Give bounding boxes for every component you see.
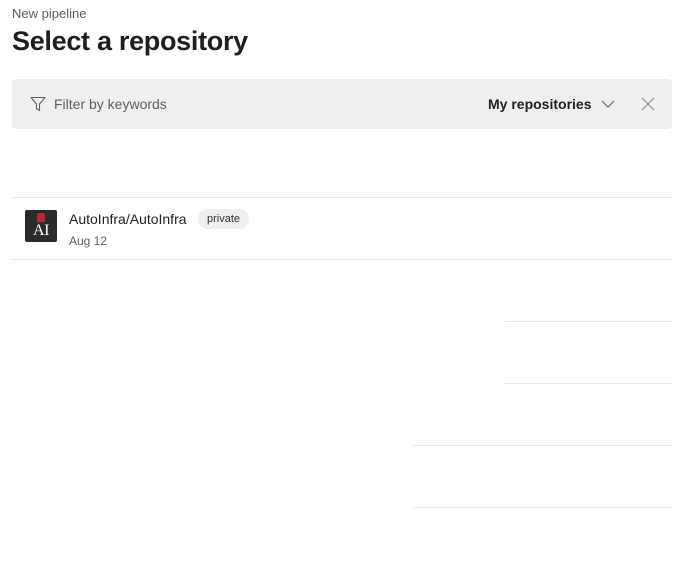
visibility-badge: private [198,209,250,229]
placeholder-divider [413,445,672,446]
repository-scope-dropdown[interactable]: My repositories [488,94,615,114]
breadcrumb[interactable]: New pipeline [12,6,86,21]
placeholder-divider [413,507,672,508]
repository-scope-label: My repositories [488,96,592,112]
list-divider [12,259,672,260]
repository-avatar: AI [25,210,57,242]
placeholder-divider [505,383,672,384]
placeholder-divider [505,321,672,322]
logo-mark [37,213,45,222]
repository-name[interactable]: AutoInfra/AutoInfra [69,211,187,227]
chevron-down-icon [602,100,615,108]
close-icon[interactable] [641,97,655,111]
repository-row[interactable]: AI AutoInfra/AutoInfra private Aug 12 [12,198,672,259]
filter-keywords-input[interactable] [54,93,434,115]
filter-bar: My repositories [12,79,672,129]
page-title: Select a repository [12,26,248,56]
filter-icon [30,96,46,112]
repository-date: Aug 12 [69,234,108,248]
repository-avatar-text: AI [33,222,49,239]
select-repository-page: New pipeline Select a repository My repo… [0,0,698,565]
